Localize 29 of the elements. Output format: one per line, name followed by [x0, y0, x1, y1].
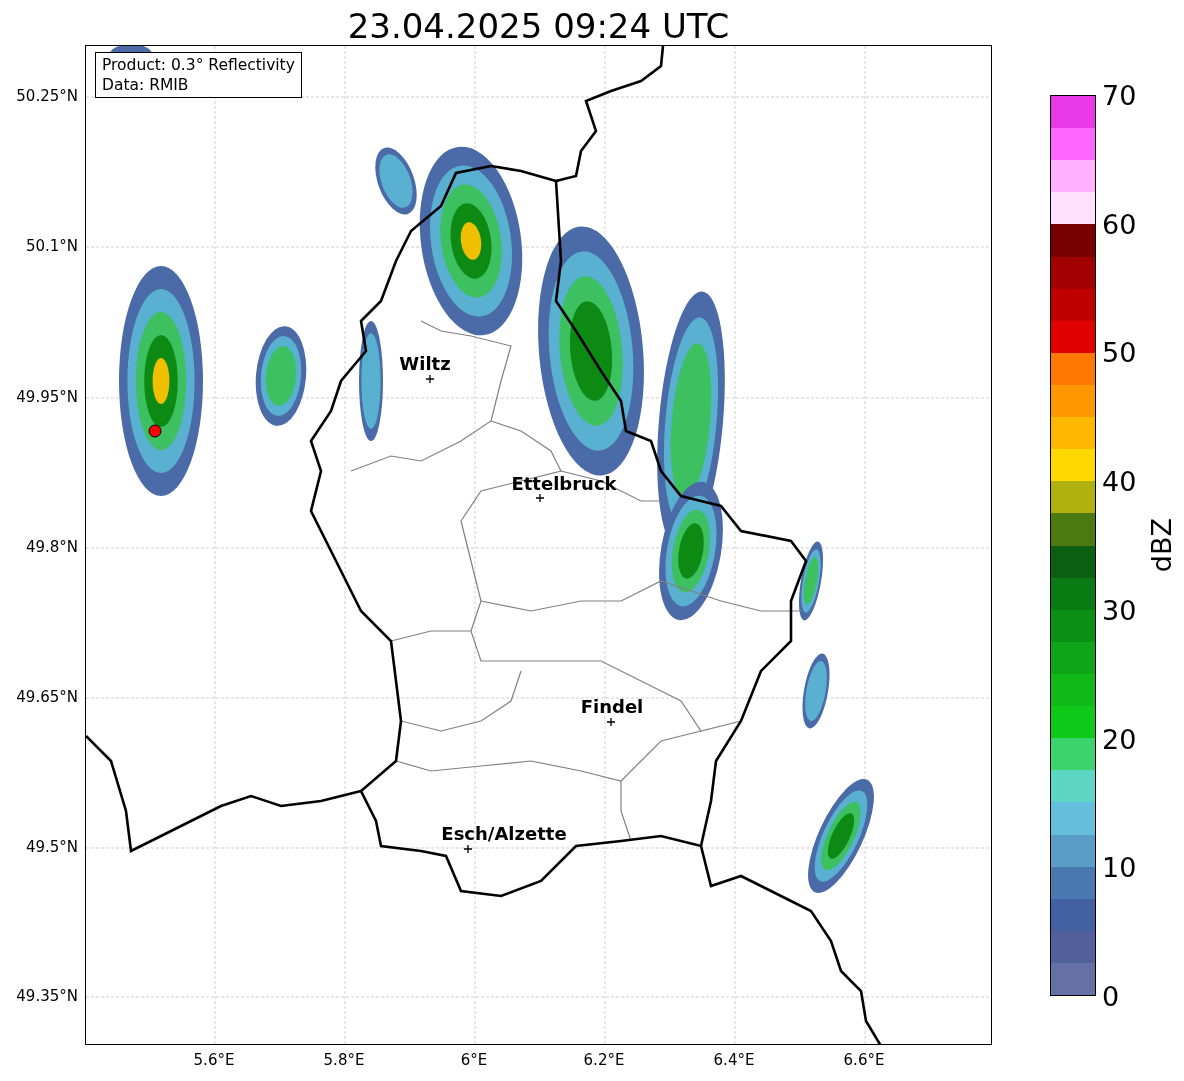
latitude-label: 50.1°N	[25, 237, 78, 255]
colorbar-tick-label: 30	[1102, 594, 1137, 626]
latitude-label: 49.65°N	[16, 688, 78, 706]
longitude-label: 6°E	[460, 1051, 488, 1069]
latitude-label: 49.95°N	[16, 388, 78, 406]
colorbar-tick-label: 70	[1102, 79, 1137, 111]
colorbar-label: dBZ	[1146, 517, 1177, 573]
longitude-label: 6.6°E	[843, 1051, 885, 1069]
colorbar-tick-label: 20	[1102, 723, 1137, 755]
colorbar-tick-label: 10	[1102, 851, 1137, 883]
legend-text: Data: RMIB	[102, 75, 190, 95]
colorbar-tick-label: 50	[1102, 336, 1137, 368]
latitude-label: 49.35°N	[16, 987, 78, 1005]
latitude-label: 49.5°N	[25, 838, 78, 856]
longitude-label: 5.6°E	[193, 1051, 235, 1069]
city-label: Wiltz	[399, 352, 451, 374]
city-label: Findel	[580, 695, 644, 717]
longitude-label: 6.2°E	[583, 1051, 625, 1069]
map-title: 23.04.2025 09:24 UTC	[346, 5, 731, 45]
latitude-label: 50.25°N	[16, 87, 78, 105]
longitude-label: 5.8°E	[323, 1051, 365, 1069]
city-label: Ettelbruck	[511, 472, 617, 494]
colorbar-tick-label: 40	[1102, 465, 1137, 497]
city-label: Esch/Alzette	[441, 822, 567, 844]
longitude-label: 6.4°E	[713, 1051, 755, 1069]
colorbar-tick-label: 0	[1102, 980, 1120, 1012]
colorbar-tick-label: 60	[1102, 208, 1137, 240]
legend-text: Product: 0.3° Reflectivity	[102, 55, 295, 75]
latitude-label: 49.8°N	[25, 538, 78, 556]
